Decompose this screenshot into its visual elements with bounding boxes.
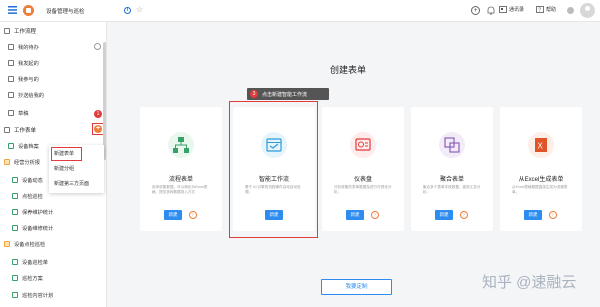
todo-icon: [8, 44, 14, 50]
participated-icon: [8, 76, 14, 82]
card-title: 从Excel生成表单: [518, 177, 564, 183]
add-icon[interactable]: +: [471, 6, 480, 15]
custom-request-button[interactable]: 我要定制: [321, 279, 392, 295]
excel-icon: X: [528, 132, 554, 158]
gear-icon[interactable]: [94, 43, 101, 50]
sidebar-item-maintenance-stats[interactable]: 保养维护统计: [12, 205, 53, 219]
sidebar-item-inspection[interactable]: 点检巡检: [12, 189, 43, 203]
card-description: 用来收集数据，可以转化为Excel表格，提供多种数据录入方式: [152, 185, 208, 194]
contacts-button[interactable]: 通讯录: [499, 6, 524, 13]
sidebar-item-drafts[interactable]: 草稿: [8, 106, 28, 120]
new-flow-form-button[interactable]: 新建: [164, 210, 182, 220]
sidebar-item-todo[interactable]: 我的待办: [8, 40, 39, 54]
sidebar-item-participated[interactable]: 我参与的: [8, 72, 39, 86]
sheet-icon: [12, 259, 18, 265]
archive-icon: [8, 143, 14, 149]
initiated-icon: [8, 60, 14, 66]
plus-icon: +: [94, 125, 102, 133]
info-icon[interactable]: i: [124, 7, 131, 14]
page-title: 创建表单: [330, 65, 367, 75]
tooltip: 3 点击新建智能工作流: [247, 88, 329, 100]
sidebar-section-workflow[interactable]: 工作流程: [4, 24, 36, 38]
card-title: 仪表盘: [353, 177, 372, 183]
sidebar-item-cc[interactable]: 抄送给我的: [8, 88, 44, 102]
new-dashboard-button[interactable]: 新建: [346, 210, 364, 220]
sidebar-section-inspection[interactable]: 设备点检巡检: [4, 237, 45, 251]
card-title: 聚合表单: [439, 177, 464, 183]
status-icon: [12, 177, 18, 183]
help-icon[interactable]: ›: [460, 211, 468, 219]
help-icon: ?: [536, 6, 544, 13]
step-badge-3: 3: [250, 90, 258, 98]
watermark: 知乎 @速融云: [482, 274, 577, 291]
sidebar-item-initiated[interactable]: 我发起的: [8, 56, 39, 70]
forms-icon: [4, 127, 10, 133]
inspection-icon: [12, 193, 18, 199]
cc-icon: [8, 92, 14, 98]
card-dashboard[interactable]: 仪表盘 分析收集的表单数据及进行可视化分析。 新建 ›: [322, 107, 404, 231]
card-description: 聚合多个表单字段数据，高效汇总分析。: [423, 185, 481, 194]
star-icon[interactable]: ☆: [136, 5, 143, 14]
card-description: 分析收集的表单数据及进行可视化分析。: [334, 185, 392, 194]
maintenance-icon: [12, 209, 18, 215]
sidebar-item-equipment-archive[interactable]: 设备档案: [8, 139, 39, 153]
plan-icon: [12, 275, 18, 281]
add-dropdown-menu: 新建表单 新建分组 新建第三方页面: [49, 145, 104, 193]
sidebar-section-forms[interactable]: 工作表单: [4, 123, 36, 137]
flow-icon: [168, 132, 194, 158]
help-icon[interactable]: ›: [189, 211, 197, 219]
dashboard-icon: [350, 132, 376, 158]
help-icon[interactable]: ›: [549, 211, 557, 219]
folder-icon: [4, 159, 10, 165]
workflow-icon: [4, 28, 10, 34]
avatar[interactable]: [580, 3, 595, 18]
sidebar-item-inspection-sheet[interactable]: 设备巡检单: [12, 255, 48, 269]
card-aggregate-form[interactable]: 聚合表单 聚合多个表单字段数据，高效汇总分析。 新建 ›: [411, 107, 493, 231]
sidebar-item-inspection-content[interactable]: 巡检内容计划: [12, 288, 53, 302]
menu-icon[interactable]: [8, 6, 17, 14]
drafts-icon: [8, 110, 14, 116]
new-excel-form-button[interactable]: 新建: [524, 210, 542, 220]
menu-item-new-third-party[interactable]: 新建第三方页面: [54, 179, 89, 189]
new-aggregate-form-button[interactable]: 新建: [435, 210, 453, 220]
sidebar-scrollbar[interactable]: [103, 42, 106, 160]
card-flow-form[interactable]: 流程表单 用来收集数据，可以转化为Excel表格，提供多种数据录入方式 新建 ›: [140, 107, 222, 231]
highlight-box: [229, 101, 318, 238]
top-bar: 设备管理与巡检 i ☆ + 通讯录 ? 帮助: [0, 0, 600, 22]
card-title: 流程表单: [168, 177, 193, 183]
card-excel-form[interactable]: X 从Excel生成表单 从Excel表格数据直接生成为流程表单。 新建 ›: [500, 107, 582, 231]
sidebar-item-analysis[interactable]: 经营分析报: [4, 155, 40, 169]
contacts-icon: [499, 6, 507, 13]
menu-item-new-form[interactable]: 新建表单: [54, 149, 74, 159]
menu-item-new-group[interactable]: 新建分组: [54, 164, 74, 174]
svg-text:?: ?: [538, 8, 541, 13]
contacts-label: 通讯录: [509, 7, 525, 13]
tooltip-text: 点击新建智能工作流: [262, 91, 308, 98]
sidebar-item-inspection-plan[interactable]: 巡检方案: [12, 271, 43, 285]
sidebar-item-repair-stats[interactable]: 设备维修统计: [12, 221, 53, 235]
status-dot: [567, 7, 574, 14]
merge-icon: [439, 132, 465, 158]
svg-text:X: X: [538, 142, 544, 151]
card-description: 从Excel表格数据直接生成为流程表单。: [512, 185, 568, 194]
help-icon[interactable]: ›: [371, 211, 379, 219]
sidebar-item-equipment-status[interactable]: 设备动态: [12, 173, 43, 187]
folder-icon: [4, 241, 10, 247]
bell-icon[interactable]: [487, 6, 495, 15]
step-badge-1: 1: [94, 110, 102, 118]
repair-icon: [12, 225, 18, 231]
help-label: 帮助: [546, 7, 557, 13]
help-button[interactable]: ? 帮助: [536, 6, 556, 13]
content-icon: [12, 292, 18, 298]
app-logo: [23, 5, 34, 16]
app-title: 设备管理与巡检: [46, 9, 85, 15]
